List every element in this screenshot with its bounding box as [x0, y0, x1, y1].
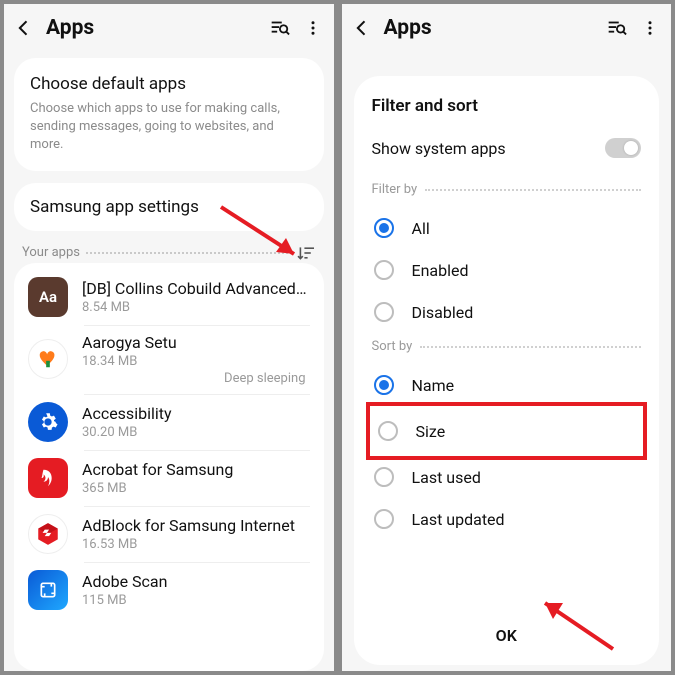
- modal-actions: OK: [372, 612, 642, 651]
- divider: [420, 346, 641, 348]
- radio-icon: [374, 375, 394, 395]
- radio-label: Size: [416, 422, 446, 441]
- right-screen: Apps Filter and sort Show system apps Fi…: [338, 0, 675, 675]
- filter-option-all[interactable]: All: [372, 207, 642, 249]
- more-icon[interactable]: [304, 17, 322, 39]
- samsung-settings-card[interactable]: Samsung app settings: [14, 183, 324, 231]
- radio-icon: [374, 218, 394, 238]
- topbar: Apps: [342, 4, 672, 52]
- annotation-highlight: Size: [366, 402, 648, 460]
- show-system-toggle-row[interactable]: Show system apps: [372, 138, 642, 158]
- app-icon: [28, 514, 68, 554]
- your-apps-header: Your apps: [14, 243, 324, 263]
- radio-label: Disabled: [412, 303, 474, 322]
- app-name: AdBlock for Samsung Internet: [82, 516, 310, 535]
- filter-sort-modal: Filter and sort Show system apps Filter …: [354, 76, 660, 665]
- app-size: 16.53 MB: [82, 537, 310, 552]
- default-apps-title: Choose default apps: [30, 74, 308, 94]
- default-apps-card[interactable]: Choose default apps Choose which apps to…: [14, 58, 324, 171]
- list-item[interactable]: Accessibility 30.20 MB: [14, 394, 324, 450]
- default-apps-subtitle: Choose which apps to use for making call…: [30, 100, 308, 155]
- app-name: Accessibility: [82, 404, 310, 423]
- radio-icon: [374, 302, 394, 322]
- app-name: [DB] Collins Cobuild Advanced Di..: [82, 279, 310, 298]
- show-system-label: Show system apps: [372, 139, 606, 158]
- sort-by-header: Sort by: [372, 339, 642, 354]
- filter-by-label: Filter by: [372, 182, 418, 197]
- radio-label: All: [412, 219, 430, 238]
- sort-option-size[interactable]: Size: [376, 410, 638, 452]
- app-status: Deep sleeping: [82, 371, 306, 386]
- radio-icon: [378, 421, 398, 441]
- app-list: Aa [DB] Collins Cobuild Advanced Di.. 8.…: [14, 263, 324, 671]
- ok-button[interactable]: OK: [486, 622, 527, 649]
- filter-option-disabled[interactable]: Disabled: [372, 291, 642, 333]
- topbar: Apps: [4, 4, 334, 52]
- filter-option-enabled[interactable]: Enabled: [372, 249, 642, 291]
- left-screen: Apps Choose default apps Choose which ap…: [0, 0, 338, 675]
- back-icon[interactable]: [352, 18, 372, 38]
- app-size: 365 MB: [82, 481, 310, 496]
- list-item[interactable]: Acrobat for Samsung 365 MB: [14, 450, 324, 506]
- sort-icon[interactable]: [296, 245, 316, 261]
- app-size: 115 MB: [82, 593, 310, 608]
- search-icon[interactable]: [605, 17, 627, 39]
- page-title: Apps: [384, 16, 606, 40]
- search-icon[interactable]: [268, 17, 290, 39]
- app-icon: [28, 402, 68, 442]
- radio-icon: [374, 467, 394, 487]
- list-item[interactable]: AdBlock for Samsung Internet 16.53 MB: [14, 506, 324, 562]
- your-apps-label: Your apps: [22, 245, 80, 260]
- page-title: Apps: [46, 16, 268, 40]
- back-icon[interactable]: [14, 18, 34, 38]
- radio-label: Name: [412, 376, 455, 395]
- divider: [425, 189, 641, 191]
- radio-icon: [374, 509, 394, 529]
- list-item[interactable]: Aarogya Setu 18.34 MB Deep sleeping: [14, 325, 324, 394]
- sort-option-name[interactable]: Name: [372, 364, 642, 406]
- app-size: 8.54 MB: [82, 300, 310, 315]
- app-icon: Aa: [28, 277, 68, 317]
- divider: [86, 252, 288, 254]
- app-size: 30.20 MB: [82, 425, 310, 440]
- app-icon: [28, 339, 68, 379]
- modal-title: Filter and sort: [372, 96, 642, 116]
- app-name: Aarogya Setu: [82, 333, 310, 352]
- toggle-switch[interactable]: [605, 138, 641, 158]
- radio-label: Last updated: [412, 510, 505, 529]
- app-icon: [28, 570, 68, 610]
- radio-label: Last used: [412, 468, 481, 487]
- app-name: Acrobat for Samsung: [82, 460, 310, 479]
- radio-label: Enabled: [412, 261, 469, 280]
- samsung-settings-title: Samsung app settings: [30, 197, 308, 217]
- more-icon[interactable]: [641, 17, 659, 39]
- app-size: 18.34 MB: [82, 354, 310, 369]
- list-item[interactable]: Adobe Scan 115 MB: [14, 562, 324, 618]
- radio-icon: [374, 260, 394, 280]
- sort-option-last-updated[interactable]: Last updated: [372, 498, 642, 540]
- sort-by-label: Sort by: [372, 339, 413, 354]
- app-icon: [28, 458, 68, 498]
- app-name: Adobe Scan: [82, 572, 310, 591]
- filter-by-header: Filter by: [372, 182, 642, 197]
- sort-option-last-used[interactable]: Last used: [372, 456, 642, 498]
- list-item[interactable]: Aa [DB] Collins Cobuild Advanced Di.. 8.…: [14, 269, 324, 325]
